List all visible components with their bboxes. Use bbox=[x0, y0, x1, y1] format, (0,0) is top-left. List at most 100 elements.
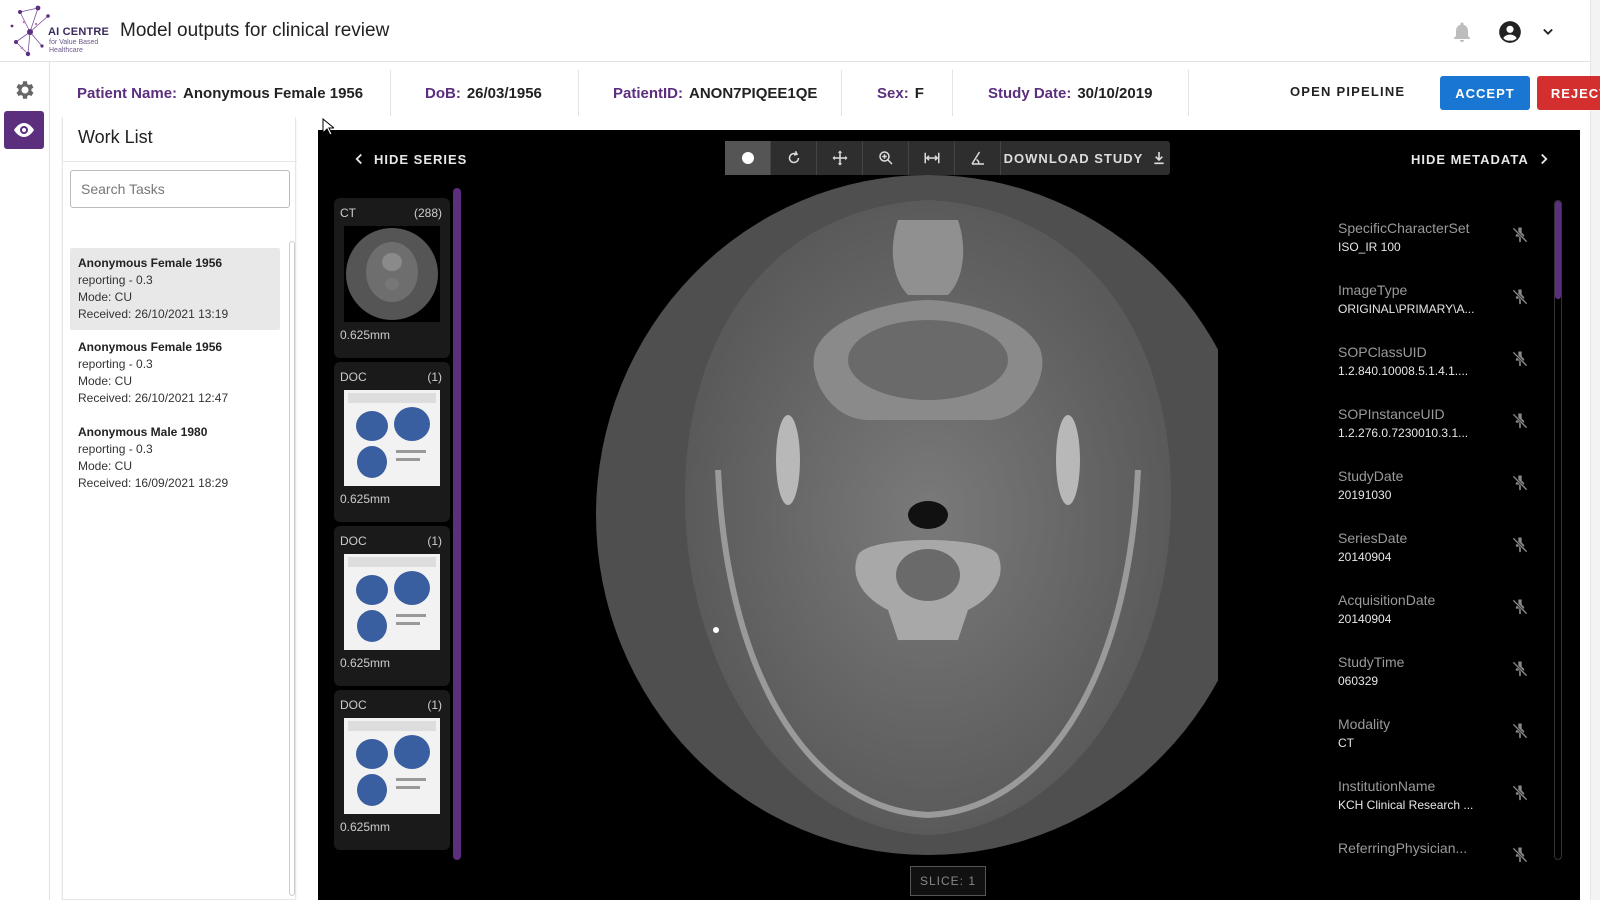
series-modality: DOC bbox=[340, 370, 367, 384]
series-modality: CT bbox=[340, 206, 356, 220]
ruler-icon bbox=[924, 152, 939, 164]
download-study-label: DOWNLOAD STUDY bbox=[1003, 150, 1144, 166]
chevron-down-icon[interactable] bbox=[1538, 22, 1558, 42]
divider bbox=[578, 70, 579, 116]
metadata-key: SOPClassUID bbox=[1338, 344, 1427, 360]
task-mode: Mode: CU bbox=[78, 374, 133, 388]
metadata-row: StudyTime 060329 bbox=[1338, 654, 1568, 716]
series-thickness: 0.625mm bbox=[340, 656, 391, 670]
metadata-value: 20140904 bbox=[1338, 612, 1392, 626]
series-thumbnail[interactable]: DOC (1) 0.625mm bbox=[334, 526, 450, 686]
metadata-key: ImageType bbox=[1338, 282, 1408, 298]
series-thumbnail[interactable]: DOC (1) 0.625mm bbox=[334, 690, 450, 850]
hide-series-label: HIDE SERIES bbox=[374, 151, 468, 167]
doc-thumbnail-image bbox=[344, 718, 440, 814]
hide-series-button[interactable]: HIDE SERIES bbox=[350, 150, 467, 168]
metadata-row: ReferringPhysician... bbox=[1338, 840, 1568, 866]
work-list-scrollbar[interactable] bbox=[289, 241, 295, 896]
task-item[interactable]: Anonymous Female 1956 reporting - 0.3 Mo… bbox=[70, 332, 280, 414]
metadata-row: ImageType ORIGINAL\PRIMARY\A... bbox=[1338, 282, 1568, 344]
series-count: (1) bbox=[427, 698, 442, 712]
pin-off-icon[interactable] bbox=[1510, 534, 1530, 556]
study-date-label: Study Date: bbox=[988, 84, 1072, 102]
pin-off-icon[interactable] bbox=[1510, 720, 1530, 742]
slice-indicator: SLICE: 1 bbox=[910, 866, 986, 896]
task-status: reporting - 0.3 bbox=[78, 273, 153, 287]
series-thickness: 0.625mm bbox=[340, 328, 391, 342]
task-received: Received: 26/10/2021 13:19 bbox=[78, 307, 229, 321]
page-scrollbar[interactable] bbox=[1590, 0, 1600, 900]
metadata-scrollbar[interactable] bbox=[1554, 200, 1562, 860]
pin-off-icon[interactable] bbox=[1510, 658, 1530, 680]
metadata-row: SeriesDate 20140904 bbox=[1338, 530, 1568, 592]
hide-metadata-button[interactable]: HIDE METADATA bbox=[1411, 150, 1553, 168]
divider bbox=[63, 161, 297, 162]
series-count: (288) bbox=[413, 206, 442, 220]
task-mode: Mode: CU bbox=[78, 290, 133, 304]
metadata-key: StudyDate bbox=[1338, 468, 1404, 484]
pin-off-icon[interactable] bbox=[1510, 596, 1530, 618]
sex-value: F bbox=[914, 84, 924, 102]
account-icon[interactable] bbox=[1497, 19, 1523, 45]
task-mode: Mode: CU bbox=[78, 459, 133, 473]
patient-id-field: PatientID: ANON7PIQEE1QE bbox=[613, 70, 817, 116]
patient-id-label: PatientID: bbox=[613, 84, 684, 102]
zoom-icon bbox=[878, 151, 893, 165]
ct-slice-image[interactable] bbox=[488, 170, 1260, 860]
metadata-value: 1.2.840.10008.5.1.4.1.... bbox=[1338, 364, 1469, 378]
task-patient-name: Anonymous Female 1956 bbox=[78, 256, 223, 270]
pin-off-icon[interactable] bbox=[1510, 410, 1530, 432]
series-thickness: 0.625mm bbox=[340, 492, 391, 506]
metadata-row: InstitutionName KCH Clinical Research ..… bbox=[1338, 778, 1568, 840]
metadata-row: SOPInstanceUID 1.2.276.0.7230010.3.1... bbox=[1338, 406, 1568, 468]
pin-off-icon[interactable] bbox=[1510, 286, 1530, 308]
metadata-row: Modality CT bbox=[1338, 716, 1568, 778]
divider bbox=[952, 70, 953, 116]
bell-icon[interactable] bbox=[1450, 20, 1474, 44]
open-pipeline-button[interactable]: OPEN PIPELINE bbox=[1290, 84, 1405, 99]
task-item[interactable]: Anonymous Female 1956 reporting - 0.3 Mo… bbox=[70, 248, 280, 330]
metadata-row: SpecificCharacterSet ISO_IR 100 bbox=[1338, 220, 1568, 282]
task-received: Received: 26/10/2021 12:47 bbox=[78, 391, 229, 405]
gear-icon[interactable] bbox=[13, 78, 37, 102]
metadata-row: SOPClassUID 1.2.840.10008.5.1.4.1.... bbox=[1338, 344, 1568, 406]
metadata-value: ISO_IR 100 bbox=[1338, 240, 1401, 254]
study-date-value: 30/10/2019 bbox=[1077, 84, 1153, 102]
mouse-cursor-icon bbox=[322, 117, 336, 136]
metadata-row: StudyDate 20191030 bbox=[1338, 468, 1568, 530]
dob-value: 26/03/1956 bbox=[466, 84, 542, 102]
pin-off-icon[interactable] bbox=[1510, 844, 1530, 866]
page-title: Model outputs for clinical review bbox=[120, 20, 390, 41]
patient-name-label: Patient Name: bbox=[77, 84, 178, 102]
angle-icon bbox=[970, 151, 984, 165]
pin-off-icon[interactable] bbox=[1510, 348, 1530, 370]
ct-thumbnail-image bbox=[344, 226, 440, 322]
metadata-value: 20191030 bbox=[1338, 488, 1392, 502]
pin-off-icon[interactable] bbox=[1510, 224, 1530, 246]
work-list-panel: Work List Anonymous Female 1956 reportin… bbox=[62, 117, 297, 900]
metadata-key: StudyTime bbox=[1338, 654, 1405, 670]
doc-thumbnail-image bbox=[344, 554, 440, 650]
study-date-field: Study Date: 30/10/2019 bbox=[988, 70, 1152, 116]
search-tasks-input[interactable] bbox=[70, 170, 290, 208]
patient-info-bar: Patient Name: Anonymous Female 1956 DoB:… bbox=[62, 70, 1600, 116]
series-thumbnail[interactable]: CT (288) 0.625mm bbox=[334, 198, 450, 358]
pin-off-icon[interactable] bbox=[1510, 472, 1530, 494]
metadata-key: AcquisitionDate bbox=[1338, 592, 1436, 608]
doc-thumbnail-image bbox=[344, 390, 440, 486]
patient-name-value: Anonymous Female 1956 bbox=[183, 84, 364, 102]
metadata-value: CT bbox=[1338, 736, 1354, 750]
pin-off-icon[interactable] bbox=[1510, 782, 1530, 804]
patient-id-value: ANON7PIQEE1QE bbox=[689, 84, 818, 102]
series-thumbnail[interactable]: DOC (1) 0.625mm bbox=[334, 362, 450, 522]
task-item[interactable]: Anonymous Male 1980 reporting - 0.3 Mode… bbox=[70, 417, 280, 499]
metadata-scrollbar-thumb[interactable] bbox=[1555, 201, 1561, 299]
task-patient-name: Anonymous Male 1980 bbox=[78, 425, 208, 439]
work-list-title: Work List bbox=[78, 127, 153, 147]
chevron-right-icon bbox=[1540, 153, 1548, 165]
series-scrollbar[interactable] bbox=[453, 188, 461, 860]
reject-button[interactable]: REJECT bbox=[1537, 76, 1600, 110]
eye-icon[interactable] bbox=[4, 111, 44, 149]
accept-button[interactable]: ACCEPT bbox=[1440, 76, 1530, 110]
sex-label: Sex: bbox=[877, 84, 909, 102]
